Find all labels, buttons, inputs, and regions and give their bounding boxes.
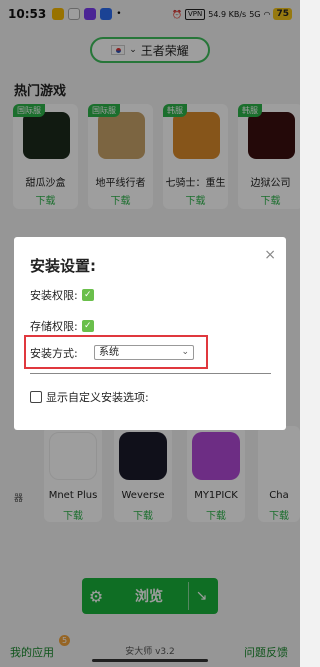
check-icon: ✓ bbox=[81, 289, 94, 301]
install-permission-label: 安装权限: bbox=[30, 289, 78, 302]
chevron-down-icon: ⌄ bbox=[181, 347, 189, 357]
dialog-title: 安装设置: bbox=[30, 257, 96, 275]
custom-install-label: 显示自定义安装选项: bbox=[46, 391, 149, 404]
close-icon[interactable]: × bbox=[264, 247, 276, 263]
install-method-select[interactable]: 系统 ⌄ bbox=[94, 345, 194, 360]
check-icon: ✓ bbox=[81, 320, 94, 332]
install-method-label: 安装方式: bbox=[30, 347, 78, 360]
install-permission-row: 安装权限: ✓ bbox=[30, 287, 94, 303]
custom-install-row[interactable]: 显示自定义安装选项: bbox=[30, 389, 149, 405]
install-settings-dialog: × 安装设置: 安装权限: ✓ 存储权限: ✓ 安装方式: 系统 ⌄ 显示自定义… bbox=[14, 237, 286, 430]
divider bbox=[30, 373, 271, 374]
storage-permission-label: 存储权限: bbox=[30, 320, 78, 333]
install-method-row: 安装方式: bbox=[30, 345, 78, 361]
install-method-value: 系统 bbox=[99, 347, 119, 358]
custom-install-checkbox[interactable] bbox=[30, 391, 42, 403]
storage-permission-row: 存储权限: ✓ bbox=[30, 318, 94, 334]
